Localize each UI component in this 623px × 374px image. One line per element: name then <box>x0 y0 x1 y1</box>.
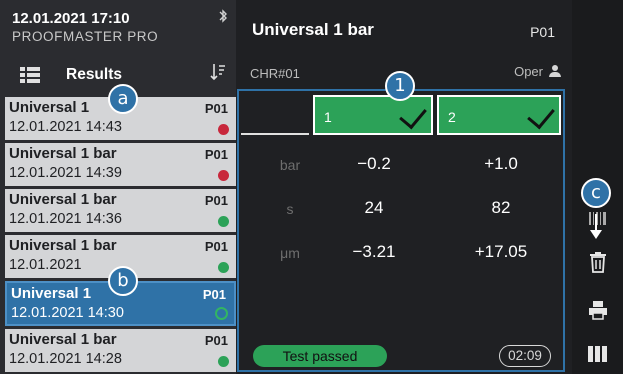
item-program: P01 <box>204 333 228 348</box>
columns-button[interactable] <box>584 340 612 368</box>
status-pass-dot <box>218 216 229 227</box>
unit-label: bar <box>279 157 301 173</box>
device-screen: 12.01.2021 17:10 PROOFMASTER PRO Results… <box>0 0 623 374</box>
item-program: P01 <box>204 147 228 162</box>
operator: Oper <box>514 64 561 79</box>
item-name: Universal 1 bar <box>9 237 117 254</box>
callout-c: c <box>581 178 611 208</box>
printer-icon <box>589 301 607 320</box>
page-title: Universal 1 bar <box>252 20 374 39</box>
step1-value: −0.2 <box>357 154 391 173</box>
step2-value: +17.05 <box>474 242 528 261</box>
sort-icon[interactable] <box>210 62 226 87</box>
program-id: P01 <box>530 24 555 40</box>
columns-icon <box>588 346 607 362</box>
tab-step-1[interactable]: 1 <box>313 95 433 135</box>
unit-label: s <box>286 201 294 217</box>
step2-value: +1.0 <box>484 154 518 173</box>
item-program: P01 <box>204 193 228 208</box>
item-name: Universal 1 bar <box>9 191 117 208</box>
callout-a: a <box>108 84 138 114</box>
item-name: Universal 1 <box>9 99 90 116</box>
list-item[interactable]: Universal 1 bar P01 12.01.2021 14:39 <box>5 143 236 188</box>
user-icon <box>549 65 561 77</box>
displacement-row: μm −3.21 +17.05 <box>239 239 567 269</box>
list-item[interactable]: Universal 1 bar P01 12.01.2021 14:28 <box>5 329 236 374</box>
step1-value: 24 <box>364 198 384 217</box>
item-time: 12.01.2021 14:30 <box>11 305 124 321</box>
item-program: P01 <box>204 239 228 254</box>
status-fail-dot <box>218 170 229 181</box>
item-time: 12.01.2021 14:43 <box>9 119 122 135</box>
status-pass-dot <box>215 307 228 320</box>
checkmark-icon <box>527 100 555 130</box>
callout-arrowhead <box>590 230 602 239</box>
item-name: Universal 1 bar <box>9 331 117 348</box>
results-label: Results <box>66 66 122 83</box>
channel-id: CHR#01 <box>250 66 300 81</box>
time-row: s 24 82 <box>239 195 567 225</box>
item-time: 12.01.2021 <box>9 257 82 273</box>
results-sidebar: 12.01.2021 17:10 PROOFMASTER PRO Results… <box>0 0 236 374</box>
result-badge: Test passed <box>253 345 387 367</box>
device-name: PROOFMASTER PRO <box>12 29 159 44</box>
callout-1: 1 <box>385 71 415 101</box>
status-pass-dot <box>218 356 229 367</box>
step2-value: 82 <box>491 198 511 217</box>
item-time: 12.01.2021 14:39 <box>9 165 122 181</box>
result-detail-panel: 1 2 bar −0.2 +1.0 s 24 82 μm −3.21 +17.0… <box>237 89 565 372</box>
results-list: Universal 1 P01 12.01.2021 14:43 Univers… <box>5 97 236 374</box>
item-program: P01 <box>202 287 226 302</box>
list-icon <box>20 67 40 83</box>
bluetooth-icon <box>218 8 228 27</box>
unit-label: μm <box>280 245 300 261</box>
duration-pill: 02:09 <box>499 345 551 367</box>
list-item[interactable]: Universal 1 bar P01 12.01.2021 14:36 <box>5 189 236 234</box>
item-time: 12.01.2021 14:36 <box>9 211 122 227</box>
checkmark-icon <box>399 100 427 130</box>
item-program: P01 <box>204 101 228 116</box>
pressure-row: bar −0.2 +1.0 <box>239 151 567 181</box>
item-time: 12.01.2021 14:28 <box>9 351 122 367</box>
step-tabs: 1 2 <box>241 95 561 135</box>
callout-b: b <box>108 266 138 296</box>
tab-step-label: 2 <box>448 109 456 125</box>
trash-icon <box>590 252 606 273</box>
tab-step-label: 1 <box>324 109 332 125</box>
status-fail-dot <box>218 124 229 135</box>
item-name: Universal 1 <box>11 285 92 302</box>
tab-step-2[interactable]: 2 <box>437 95 561 135</box>
tab-placeholder <box>241 95 309 135</box>
barcode-icon <box>589 212 606 225</box>
datetime: 12.01.2021 17:10 <box>12 10 130 27</box>
delete-button[interactable] <box>584 248 612 276</box>
status-pass-dot <box>218 262 229 273</box>
item-name: Universal 1 bar <box>9 145 117 162</box>
step1-value: −3.21 <box>352 242 396 261</box>
operator-label: Oper <box>514 64 543 79</box>
print-button[interactable] <box>584 296 612 324</box>
